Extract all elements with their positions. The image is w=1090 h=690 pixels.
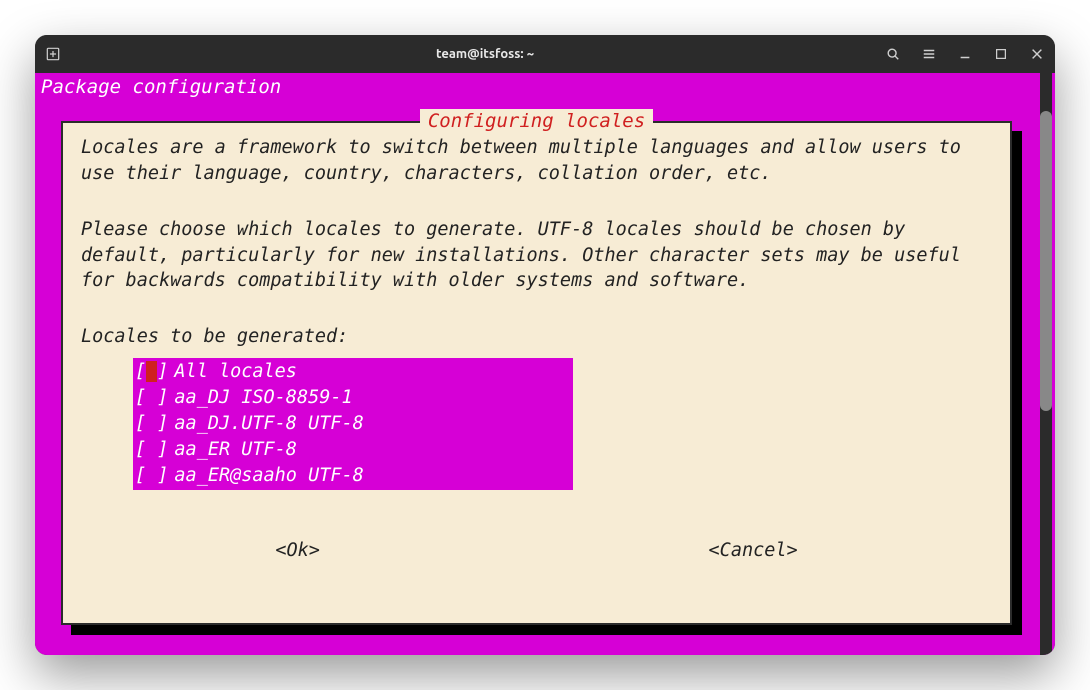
config-dialog: Configuring locales Locales are a framew… [61, 121, 1012, 625]
hamburger-menu-icon[interactable] [921, 46, 937, 62]
maximize-icon[interactable] [993, 46, 1009, 62]
window-titlebar: team@itsfoss: ~ [35, 35, 1055, 73]
list-item[interactable]: [ ] aa_DJ.UTF-8 UTF-8 [135, 411, 571, 437]
close-icon[interactable] [1029, 46, 1045, 62]
list-item[interactable]: [ ] All locales [135, 359, 571, 385]
dialog-prompt: Locales to be generated: [81, 324, 992, 350]
dialog-paragraph: Locales are a framework to switch betwee… [81, 135, 992, 187]
dialog-paragraph: Please choose which locales to generate.… [81, 217, 992, 295]
dialog-title: Configuring locales [420, 109, 653, 135]
locale-label: aa_DJ ISO-8859-1 [174, 385, 352, 411]
list-item[interactable]: [ ] aa_ER UTF-8 [135, 437, 571, 463]
search-icon[interactable] [885, 46, 901, 62]
new-tab-icon[interactable] [45, 46, 61, 62]
checkbox-icon[interactable]: [ ] [135, 463, 168, 489]
checkbox-icon[interactable]: [ ] [135, 359, 168, 385]
checkbox-icon[interactable]: [ ] [135, 437, 168, 463]
locale-label: aa_ER UTF-8 [174, 437, 297, 463]
cancel-button[interactable]: <Cancel> [705, 538, 802, 564]
window-scrollbar-thumb[interactable] [1040, 111, 1052, 411]
minimize-icon[interactable] [957, 46, 973, 62]
locale-label: aa_ER@saaho UTF-8 [174, 463, 363, 489]
config-header: Package configuration [35, 73, 1038, 101]
terminal-viewport: Package configuration Configuring locale… [35, 73, 1055, 655]
terminal-window: team@itsfoss: ~ [35, 35, 1055, 655]
checkbox-icon[interactable]: [ ] [135, 411, 168, 437]
locale-list[interactable]: [ ] All locales [ ] aa_DJ ISO-8859-1 [ ]… [133, 358, 573, 489]
list-item[interactable]: [ ] aa_ER@saaho UTF-8 [135, 463, 571, 489]
window-title: team@itsfoss: ~ [85, 47, 885, 61]
list-item[interactable]: [ ] aa_DJ ISO-8859-1 [135, 385, 571, 411]
locale-label: aa_DJ.UTF-8 UTF-8 [174, 411, 363, 437]
locale-label: All locales [174, 359, 297, 385]
checkbox-icon[interactable]: [ ] [135, 385, 168, 411]
ok-button[interactable]: <Ok> [271, 538, 324, 564]
